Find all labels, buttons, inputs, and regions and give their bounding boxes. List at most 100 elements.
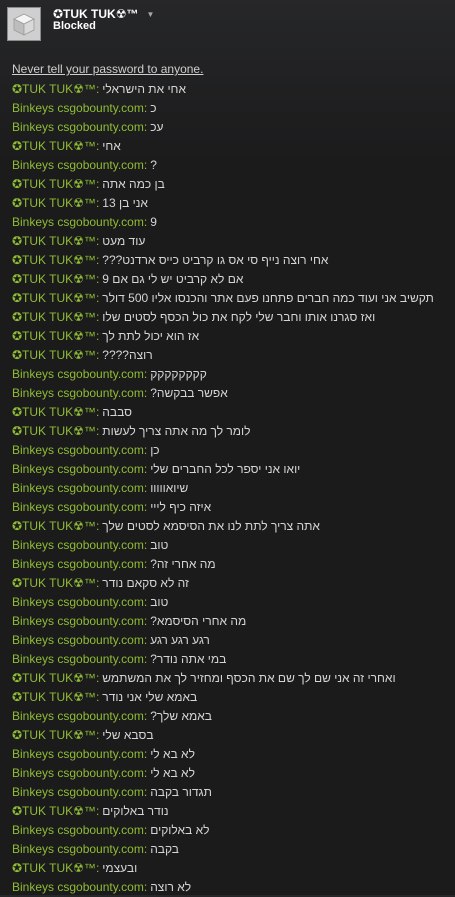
message-text: בסבא שלי: [102, 728, 154, 742]
chat-message: Binkeys csgobounty.com: כ: [12, 99, 452, 118]
message-sender[interactable]: ✪TUK TUK☢™: [12, 728, 96, 742]
message-sender[interactable]: Binkeys csgobounty.com: [12, 747, 144, 761]
chat-message: ✪TUK TUK☢™: אז הוא יכול לתת לך: [12, 327, 452, 346]
sender-separator: :: [143, 120, 148, 134]
message-sender[interactable]: ✪TUK TUK☢™: [12, 519, 96, 533]
message-text: במי אתה נודר?: [150, 652, 227, 666]
message-sender[interactable]: Binkeys csgobounty.com: [12, 766, 144, 780]
message-sender[interactable]: Binkeys csgobounty.com: [12, 880, 144, 894]
chat-message: ✪TUK TUK☢™: ואחרי זה אני שם לך שם את הכסף…: [12, 669, 452, 688]
chat-message: ✪TUK TUK☢™: אם לא קרביט יש לי גם אם 9: [12, 270, 452, 289]
sender-separator: :: [143, 709, 148, 723]
message-sender[interactable]: ✪TUK TUK☢™: [12, 272, 96, 286]
chat-message: ✪TUK TUK☢™: תקשיב אני ועוד כמה חברים פתחנ…: [12, 289, 452, 308]
sender-separator: :: [143, 557, 148, 571]
chat-message: Binkeys csgobounty.com: תגדור בקבה: [12, 783, 452, 802]
sender-separator: :: [143, 158, 148, 172]
message-sender[interactable]: Binkeys csgobounty.com: [12, 652, 144, 666]
message-sender[interactable]: Binkeys csgobounty.com: [12, 785, 144, 799]
sender-separator: :: [95, 728, 100, 742]
message-sender[interactable]: Binkeys csgobounty.com: [12, 595, 144, 609]
message-text: יואו אני יספר לכל החברים שלי: [150, 462, 301, 476]
message-sender[interactable]: Binkeys csgobounty.com: [12, 443, 144, 457]
message-text: מה אחרי זה?: [150, 557, 216, 571]
message-sender[interactable]: Binkeys csgobounty.com: [12, 500, 144, 514]
sender-separator: :: [95, 804, 100, 818]
sender-separator: :: [143, 215, 148, 229]
message-sender[interactable]: ✪TUK TUK☢™: [12, 329, 96, 343]
message-text: אם לא קרביט יש לי גם אם 9: [102, 272, 244, 286]
message-sender[interactable]: ✪TUK TUK☢™: [12, 424, 96, 438]
chat-message: ✪TUK TUK☢™: סבבה: [12, 403, 452, 422]
message-text: איזה כיף לייי: [150, 500, 212, 514]
message-sender[interactable]: Binkeys csgobounty.com: [12, 215, 144, 229]
message-text: לומר לך מה אתה צריך לעשות: [102, 424, 251, 438]
chat-header: ✪TUK TUK☢™ ▼ Blocked: [0, 0, 455, 52]
sender-separator: :: [143, 766, 148, 780]
chat-message: Binkeys csgobounty.com: עכ: [12, 118, 452, 137]
message-text: באמא שלך?: [150, 709, 212, 723]
chat-message: ✪TUK TUK☢™: לומר לך מה אתה צריך לעשות: [12, 422, 452, 441]
message-sender[interactable]: ✪TUK TUK☢™: [12, 177, 96, 191]
message-sender[interactable]: Binkeys csgobounty.com: [12, 101, 144, 115]
sender-separator: :: [143, 386, 148, 400]
message-sender[interactable]: ✪TUK TUK☢™: [12, 671, 96, 685]
message-sender[interactable]: ✪TUK TUK☢™: [12, 291, 96, 305]
chevron-down-icon[interactable]: ▼: [146, 8, 154, 21]
message-sender[interactable]: Binkeys csgobounty.com: [12, 538, 144, 552]
sender-separator: :: [143, 614, 148, 628]
chat-message: ✪TUK TUK☢™: נודר באלוקים: [12, 802, 452, 821]
message-sender[interactable]: ✪TUK TUK☢™: [12, 804, 96, 818]
message-text: כן: [150, 443, 160, 457]
chat-message: Binkeys csgobounty.com: מה אחרי הסיסמא?: [12, 612, 452, 631]
message-sender[interactable]: Binkeys csgobounty.com: [12, 462, 144, 476]
chat-message: Binkeys csgobounty.com: טוב: [12, 536, 452, 555]
chat-message: ✪TUK TUK☢™: רוצה????: [12, 346, 452, 365]
message-sender[interactable]: Binkeys csgobounty.com: [12, 481, 144, 495]
message-sender[interactable]: ✪TUK TUK☢™: [12, 253, 96, 267]
chat-message: Binkeys csgobounty.com: 9: [12, 213, 452, 232]
chat-message: Binkeys csgobounty.com: בקבה: [12, 840, 452, 859]
message-sender[interactable]: Binkeys csgobounty.com: [12, 386, 144, 400]
message-sender[interactable]: Binkeys csgobounty.com: [12, 614, 144, 628]
avatar[interactable]: [7, 7, 41, 41]
sender-separator: :: [143, 633, 148, 647]
message-sender[interactable]: ✪TUK TUK☢™: [12, 139, 96, 153]
message-sender[interactable]: Binkeys csgobounty.com: [12, 709, 144, 723]
message-text: אז הוא יכול לתת לך: [102, 329, 200, 343]
message-text: טוב: [150, 595, 169, 609]
message-text: לא בא לי: [150, 766, 195, 780]
message-text: עוד מעט: [102, 234, 146, 248]
password-warning: Never tell your password to anyone.: [12, 62, 204, 76]
message-sender[interactable]: ✪TUK TUK☢™: [12, 861, 96, 875]
chat-message: ✪TUK TUK☢™: אחי את הישראלי: [12, 80, 452, 99]
message-text: ואז סגרנו אותו וחבר שלי לקח את כול הכסף …: [102, 310, 376, 324]
message-sender[interactable]: ✪TUK TUK☢™: [12, 348, 96, 362]
message-text: אחי רוצה נייף סי אס גו קרביט כייס ארדנט?…: [102, 253, 329, 267]
message-sender[interactable]: Binkeys csgobounty.com: [12, 633, 144, 647]
message-sender[interactable]: ✪TUK TUK☢™: [12, 405, 96, 419]
message-text: מה אחרי הסיסמא?: [150, 614, 247, 628]
chat-message: Binkeys csgobounty.com: לא באלוקים: [12, 821, 452, 840]
message-sender[interactable]: Binkeys csgobounty.com: [12, 557, 144, 571]
message-text: לא באלוקים: [150, 823, 210, 837]
message-sender[interactable]: Binkeys csgobounty.com: [12, 367, 144, 381]
message-sender[interactable]: ✪TUK TUK☢™: [12, 310, 96, 324]
message-sender[interactable]: ✪TUK TUK☢™: [12, 196, 96, 210]
message-sender[interactable]: Binkeys csgobounty.com: [12, 158, 144, 172]
sender-separator: :: [95, 424, 100, 438]
message-text: אתה צריך לתת לנו את הסיסמא לסטים שלך: [102, 519, 320, 533]
message-sender[interactable]: Binkeys csgobounty.com: [12, 842, 144, 856]
chat-message: Binkeys csgobounty.com: אפשר בבקשה?: [12, 384, 452, 403]
sender-separator: :: [143, 538, 148, 552]
message-sender[interactable]: Binkeys csgobounty.com: [12, 823, 144, 837]
sender-separator: :: [143, 880, 148, 894]
message-sender[interactable]: Binkeys csgobounty.com: [12, 120, 144, 134]
message-sender[interactable]: ✪TUK TUK☢™: [12, 234, 96, 248]
message-sender[interactable]: ✪TUK TUK☢™: [12, 82, 96, 96]
sender-separator: :: [95, 329, 100, 343]
sender-separator: :: [95, 690, 100, 704]
chat-message: Binkeys csgobounty.com: איזה כיף לייי: [12, 498, 452, 517]
message-sender[interactable]: ✪TUK TUK☢™: [12, 576, 96, 590]
message-sender[interactable]: ✪TUK TUK☢™: [12, 690, 96, 704]
